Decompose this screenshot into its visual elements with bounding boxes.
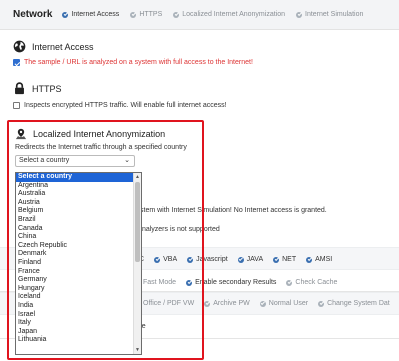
anonymization-highlight-box: Localized Internet Anonymization Redirec…: [7, 120, 204, 360]
country-option[interactable]: Italy: [16, 319, 134, 328]
internet-access-title: Internet Access: [32, 41, 94, 52]
scroll-up-arrow-icon[interactable]: ▲: [134, 173, 141, 181]
https-title: HTTPS: [32, 83, 62, 94]
internet-access-section: Internet Access The sample / URL is anal…: [13, 40, 253, 66]
tab-label: Internet Simulation: [305, 11, 364, 18]
anonymization-title: Localized Internet Anonymization: [33, 129, 166, 139]
country-option[interactable]: Brazil: [16, 216, 134, 225]
internet-access-description: The sample / URL is analyzed on a system…: [24, 59, 253, 66]
country-option[interactable]: Austria: [16, 199, 134, 208]
check-circle-icon: [318, 300, 325, 307]
country-option[interactable]: Belgium: [16, 207, 134, 216]
scroll-down-arrow-icon[interactable]: ▼: [134, 346, 141, 354]
country-option[interactable]: Select a country: [16, 173, 134, 182]
country-dropdown-list[interactable]: Select a country Argentina Australia Austri…: [15, 172, 142, 355]
country-option[interactable]: Finland: [16, 259, 134, 268]
tab-label: Internet Access: [71, 11, 120, 18]
tab-https[interactable]: HTTPS: [130, 11, 162, 18]
country-option[interactable]: Israel: [16, 311, 134, 320]
country-option[interactable]: Hungary: [16, 285, 134, 294]
tab-localized-anonymization[interactable]: Localized Internet Anonymization: [173, 11, 285, 18]
country-select-value: Select a country: [19, 157, 70, 164]
country-option[interactable]: Germany: [16, 276, 134, 285]
option-net[interactable]: NET: [273, 256, 296, 263]
country-option[interactable]: Canada: [16, 225, 134, 234]
https-section: HTTPS Inspects encrypted HTTPS traffic. …: [13, 82, 227, 109]
check-circle-icon: [237, 256, 244, 263]
option-change-system-date[interactable]: Change System Dat: [318, 300, 390, 307]
country-option[interactable]: India: [16, 302, 134, 311]
check-circle-icon: [173, 11, 180, 18]
country-option[interactable]: Lithuania: [16, 336, 134, 345]
scrollbar-thumb[interactable]: [135, 182, 140, 262]
country-option[interactable]: Denmark: [16, 250, 134, 259]
check-circle-icon: [259, 300, 266, 307]
tab-internet-access[interactable]: Internet Access: [62, 11, 119, 18]
option-java[interactable]: JAVA: [237, 256, 263, 263]
https-description: Inspects encrypted HTTPS traffic. Will e…: [24, 102, 227, 109]
country-options: Select a country Argentina Australia Austri…: [16, 173, 134, 345]
check-circle-icon: [130, 11, 137, 18]
globe-icon: [13, 40, 26, 53]
section-title: Network: [13, 9, 53, 20]
country-option[interactable]: France: [16, 268, 134, 277]
country-option[interactable]: Australia: [16, 190, 134, 199]
option-amsi[interactable]: AMSI: [306, 256, 332, 263]
country-option[interactable]: Argentina: [16, 182, 134, 191]
country-option[interactable]: Iceland: [16, 293, 134, 302]
internet-access-checkbox[interactable]: [13, 59, 20, 66]
tab-label: Localized Internet Anonymization: [182, 11, 285, 18]
check-circle-icon: [204, 300, 211, 307]
chevron-down-icon: ⌄: [124, 157, 130, 164]
lock-icon: [15, 82, 24, 95]
option-archive-pw[interactable]: Archive PW: [204, 300, 250, 307]
option-normal-user[interactable]: Normal User: [259, 300, 308, 307]
country-option[interactable]: Japan: [16, 328, 134, 337]
country-option[interactable]: China: [16, 233, 134, 242]
network-tab-bar: Network Internet Access HTTPS Localized …: [0, 0, 399, 30]
country-select[interactable]: Select a country ⌄: [15, 155, 135, 167]
anonymization-subtitle: Redirects the Internet traffic through a…: [15, 144, 187, 151]
check-circle-icon: [296, 11, 302, 18]
check-circle-icon: [286, 279, 293, 286]
check-circle-icon: [62, 11, 69, 18]
dropdown-scrollbar[interactable]: ▲ ▼: [133, 173, 141, 354]
tab-internet-simulation[interactable]: Internet Simulation: [296, 11, 363, 18]
country-option[interactable]: Czech Republic: [16, 242, 134, 251]
https-checkbox[interactable]: [13, 102, 20, 109]
tab-label: HTTPS: [139, 11, 163, 18]
location-map-icon: [15, 128, 27, 140]
check-circle-icon: [273, 256, 280, 263]
check-circle-icon: [306, 256, 313, 263]
option-check-cache[interactable]: Check Cache: [286, 279, 337, 286]
